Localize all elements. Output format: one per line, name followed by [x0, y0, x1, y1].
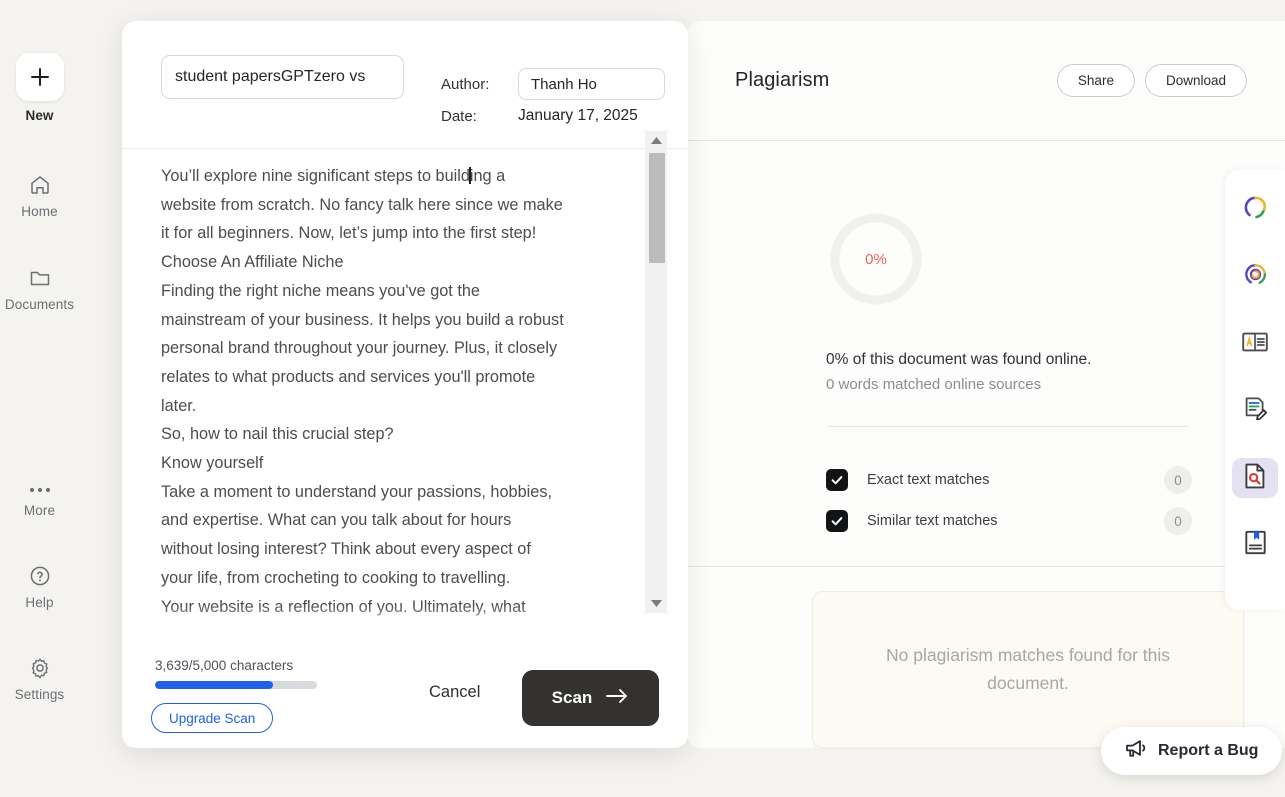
tool-ai-detection[interactable]: [1232, 190, 1278, 230]
scan-button[interactable]: Scan: [522, 670, 659, 726]
arrow-right-icon: [605, 688, 629, 709]
dictionary-icon: [1242, 331, 1268, 358]
author-input[interactable]: Thanh Ho: [518, 68, 665, 100]
app-root: New Home Documents More Help Settings Pl…: [0, 0, 1285, 797]
document-title-input[interactable]: student papersGPTzero vs: [161, 55, 404, 99]
match-row-exact[interactable]: Exact text matches 0: [826, 466, 1192, 494]
tool-ai-scan[interactable]: [1232, 257, 1278, 297]
sidebar-item-help[interactable]: Help: [0, 564, 79, 610]
sidebar-item-settings[interactable]: Settings: [0, 656, 79, 702]
tool-writing-feedback[interactable]: [1232, 391, 1278, 431]
share-button[interactable]: Share: [1056, 64, 1135, 97]
sidebar-item-new[interactable]: New: [0, 53, 79, 123]
editor-scroll-thumb[interactable]: [649, 153, 665, 263]
sidebar-label-more: More: [23, 503, 56, 518]
sidebar-label-settings: Settings: [14, 687, 65, 702]
sidebar-label-home: Home: [21, 204, 58, 219]
summary-line: 0% of this document was found online.: [826, 351, 1092, 368]
plus-icon: [29, 66, 51, 88]
page-title: Plagiarism: [735, 69, 830, 91]
editor-scroll-up-arrow-icon[interactable]: [645, 131, 667, 150]
folder-icon: [28, 266, 52, 290]
matches-divider: [828, 426, 1188, 427]
upgrade-scan-button[interactable]: Upgrade Scan: [151, 703, 274, 733]
exact-matches-label: Exact text matches: [867, 472, 990, 488]
editor-text-before-caret: You’ll explore nine significant steps to…: [161, 167, 470, 185]
gear-icon: [28, 656, 52, 680]
match-row-similar[interactable]: Similar text matches 0: [826, 507, 1192, 535]
exact-matches-count: 0: [1164, 466, 1192, 494]
scan-button-label: Scan: [551, 688, 593, 707]
editor-scroll-down-arrow-icon[interactable]: [645, 594, 667, 613]
document-editor[interactable]: You’ll explore nine significant steps to…: [122, 149, 688, 639]
citation-bookmark-icon: [1244, 530, 1267, 560]
modal-header: student papersGPTzero vs Author: Thanh H…: [122, 21, 688, 128]
exact-matches-checkbox[interactable]: [826, 469, 848, 491]
modal-footer: 3,639/5,000 characters Upgrade Scan Canc…: [122, 639, 688, 748]
ellipsis-icon: [28, 484, 52, 496]
sidebar-item-home[interactable]: Home: [0, 173, 79, 219]
home-icon: [28, 173, 52, 197]
plagiarism-scan-icon: [1243, 463, 1267, 494]
plagiarism-score-value: 0%: [865, 250, 887, 268]
tool-citation[interactable]: [1232, 525, 1278, 565]
author-label: Author:: [441, 75, 490, 93]
sidebar-item-documents[interactable]: Documents: [0, 266, 79, 312]
author-row: Author: Thanh Ho: [441, 68, 665, 100]
editor-text-after-caret: ing a website from scratch. No fancy tal…: [161, 167, 564, 616]
date-label: Date:: [441, 107, 477, 125]
tool-plagiarism-scan[interactable]: [1232, 458, 1278, 498]
new-button[interactable]: [15, 53, 64, 101]
scan-document-modal: student papersGPTzero vs Author: Thanh H…: [122, 21, 688, 748]
summary-subline: 0 words matched online sources: [826, 376, 1042, 393]
plagiarism-score-gauge: 0%: [828, 211, 924, 307]
result-panel-body: 0% 0% of this document was found online.…: [687, 141, 1285, 748]
report-a-bug-label: Report a Bug: [1158, 742, 1259, 759]
plagiarism-result-panel: Plagiarism Share Download 0% 0% of this …: [687, 21, 1285, 748]
character-count: 3,639/5,000 characters: [155, 658, 294, 673]
megaphone-icon: [1125, 739, 1147, 763]
left-sidebar: New Home Documents More Help Settings: [0, 0, 79, 797]
tool-rail: [1225, 170, 1285, 610]
sidebar-label-new: New: [25, 108, 54, 123]
writing-feedback-icon: [1243, 396, 1268, 426]
date-row: Date: January 17, 2025: [441, 107, 638, 125]
download-button[interactable]: Download: [1144, 64, 1247, 97]
cancel-button[interactable]: Cancel: [429, 683, 480, 702]
no-matches-message: No plagiarism matches found for this doc…: [885, 645, 1171, 693]
sidebar-label-help: Help: [25, 595, 54, 610]
no-matches-card: No plagiarism matches found for this doc…: [812, 591, 1244, 748]
ai-detection-icon: [1243, 195, 1268, 225]
result-header-actions: Share Download: [1056, 64, 1247, 97]
ai-scan-target-icon: [1243, 262, 1268, 292]
similar-matches-count: 0: [1164, 507, 1192, 535]
editor-content[interactable]: You’ll explore nine significant steps to…: [161, 162, 646, 637]
question-circle-icon: [28, 564, 52, 588]
tool-dictionary[interactable]: [1232, 324, 1278, 364]
report-a-bug-button[interactable]: Report a Bug: [1101, 727, 1283, 775]
date-value: January 17, 2025: [518, 107, 638, 124]
similar-matches-label: Similar text matches: [867, 513, 998, 529]
sidebar-item-more[interactable]: More: [0, 484, 79, 518]
similar-matches-checkbox[interactable]: [826, 510, 848, 532]
editor-scrollbar[interactable]: [645, 131, 667, 613]
character-progress-fill: [155, 681, 274, 689]
sidebar-label-documents: Documents: [4, 297, 75, 312]
character-progress-bar: [155, 681, 317, 689]
section-divider: [687, 566, 1285, 567]
result-panel-header: Plagiarism Share Download: [687, 21, 1285, 140]
